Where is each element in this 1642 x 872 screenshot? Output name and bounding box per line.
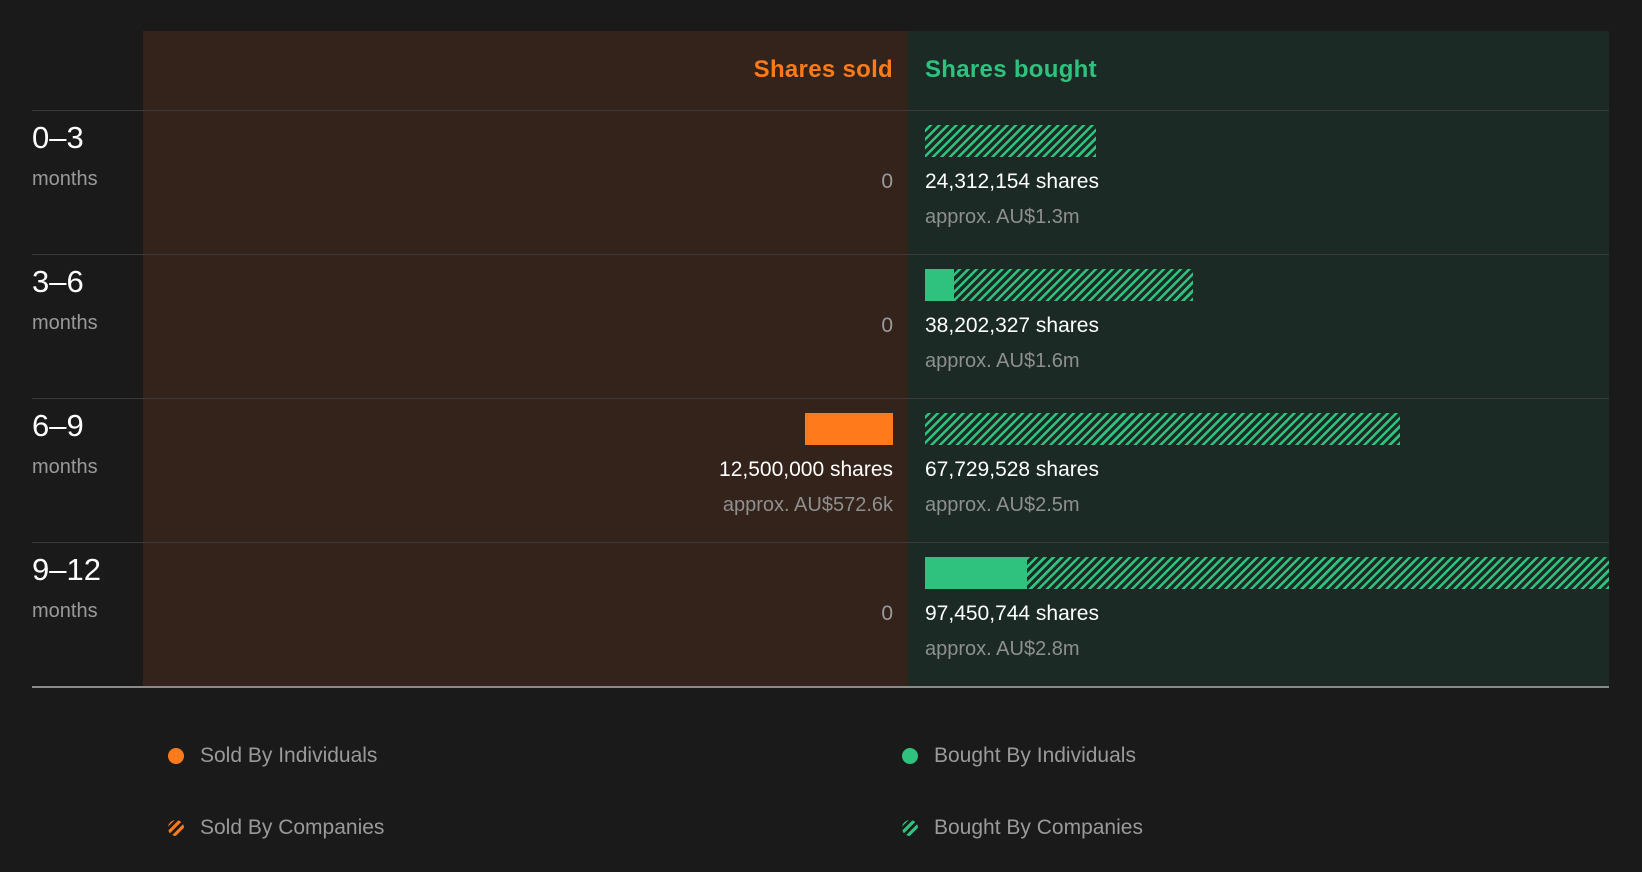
bought-approx-value: approx. AU$1.3m: [925, 206, 1080, 228]
bought-cell: 67,729,528 shares approx. AU$2.5m: [925, 398, 1609, 542]
bought-cell: 97,450,744 shares approx. AU$2.8m: [925, 542, 1609, 686]
period-label: 3–6: [32, 264, 84, 299]
bought-individuals-bar: [925, 269, 955, 301]
chart-row: 3–6 months 0 38,202,327 shares approx. AU$1.…: [0, 254, 1642, 398]
sold-zero-value: 0: [881, 602, 893, 625]
sold-cell: 0: [143, 254, 893, 398]
sold-individuals-bar: [805, 413, 893, 445]
bought-approx-value: approx. AU$2.8m: [925, 638, 1080, 660]
legend-striped-swatch-icon: [168, 820, 184, 836]
period-unit: months: [32, 456, 98, 478]
period-label: 0–3: [32, 120, 84, 155]
period-unit: months: [32, 168, 98, 190]
sold-approx-value: approx. AU$572.6k: [722, 494, 893, 516]
shares-sold-header: Shares sold: [753, 56, 893, 83]
legend-solid-swatch-icon: [902, 748, 918, 764]
chart-row: 9–12 months 0 97,450,744 shares approx. AU$2…: [0, 542, 1642, 686]
sold-shares-value: 12,500,000 shares: [719, 458, 893, 481]
period-unit: months: [32, 600, 98, 622]
legend-label: Bought By Individuals: [934, 744, 1136, 767]
bought-companies-bar: [1026, 557, 1609, 589]
bought-companies-bar: [925, 413, 1401, 445]
legend-label: Sold By Individuals: [200, 744, 378, 767]
bought-shares-value: 24,312,154 shares: [925, 170, 1099, 193]
period-label: 9–12: [32, 552, 101, 587]
bought-shares-value: 97,450,744 shares: [925, 602, 1099, 625]
bought-bar: [925, 557, 1609, 589]
bought-shares-value: 67,729,528 shares: [925, 458, 1099, 481]
period-unit: months: [32, 312, 98, 334]
bought-cell: 38,202,327 shares approx. AU$1.6m: [925, 254, 1609, 398]
legend-striped-swatch-icon: [902, 820, 918, 836]
bought-companies-bar: [954, 269, 1194, 301]
sold-cell: 12,500,000 shares approx. AU$572.6k: [143, 398, 893, 542]
sold-cell: 0: [143, 110, 893, 254]
sold-bar: [805, 413, 893, 445]
legend-label: Bought By Companies: [934, 816, 1143, 839]
bought-shares-value: 38,202,327 shares: [925, 314, 1099, 337]
legend-label: Sold By Companies: [200, 816, 385, 839]
chart-row: 6–9 months 12,500,000 shares approx. AU$572…: [0, 398, 1642, 542]
bought-companies-bar: [925, 125, 1096, 157]
bought-individuals-bar: [925, 557, 1027, 589]
bought-bar: [925, 269, 1194, 301]
sold-zero-value: 0: [881, 314, 893, 337]
sold-zero-value: 0: [881, 170, 893, 193]
bought-bar: [925, 413, 1401, 445]
period-label: 6–9: [32, 408, 84, 443]
bought-approx-value: approx. AU$2.5m: [925, 494, 1080, 516]
chart-row: 0–3 months 0 24,312,154 shares approx. AU$1.…: [0, 110, 1642, 254]
bought-bar: [925, 125, 1096, 157]
bought-approx-value: approx. AU$1.6m: [925, 350, 1080, 372]
sold-cell: 0: [143, 542, 893, 686]
legend-solid-swatch-icon: [168, 748, 184, 764]
bought-cell: 24,312,154 shares approx. AU$1.3m: [925, 110, 1609, 254]
shares-bought-header: Shares bought: [925, 56, 1097, 83]
chart-bottom-axis: [32, 686, 1609, 688]
